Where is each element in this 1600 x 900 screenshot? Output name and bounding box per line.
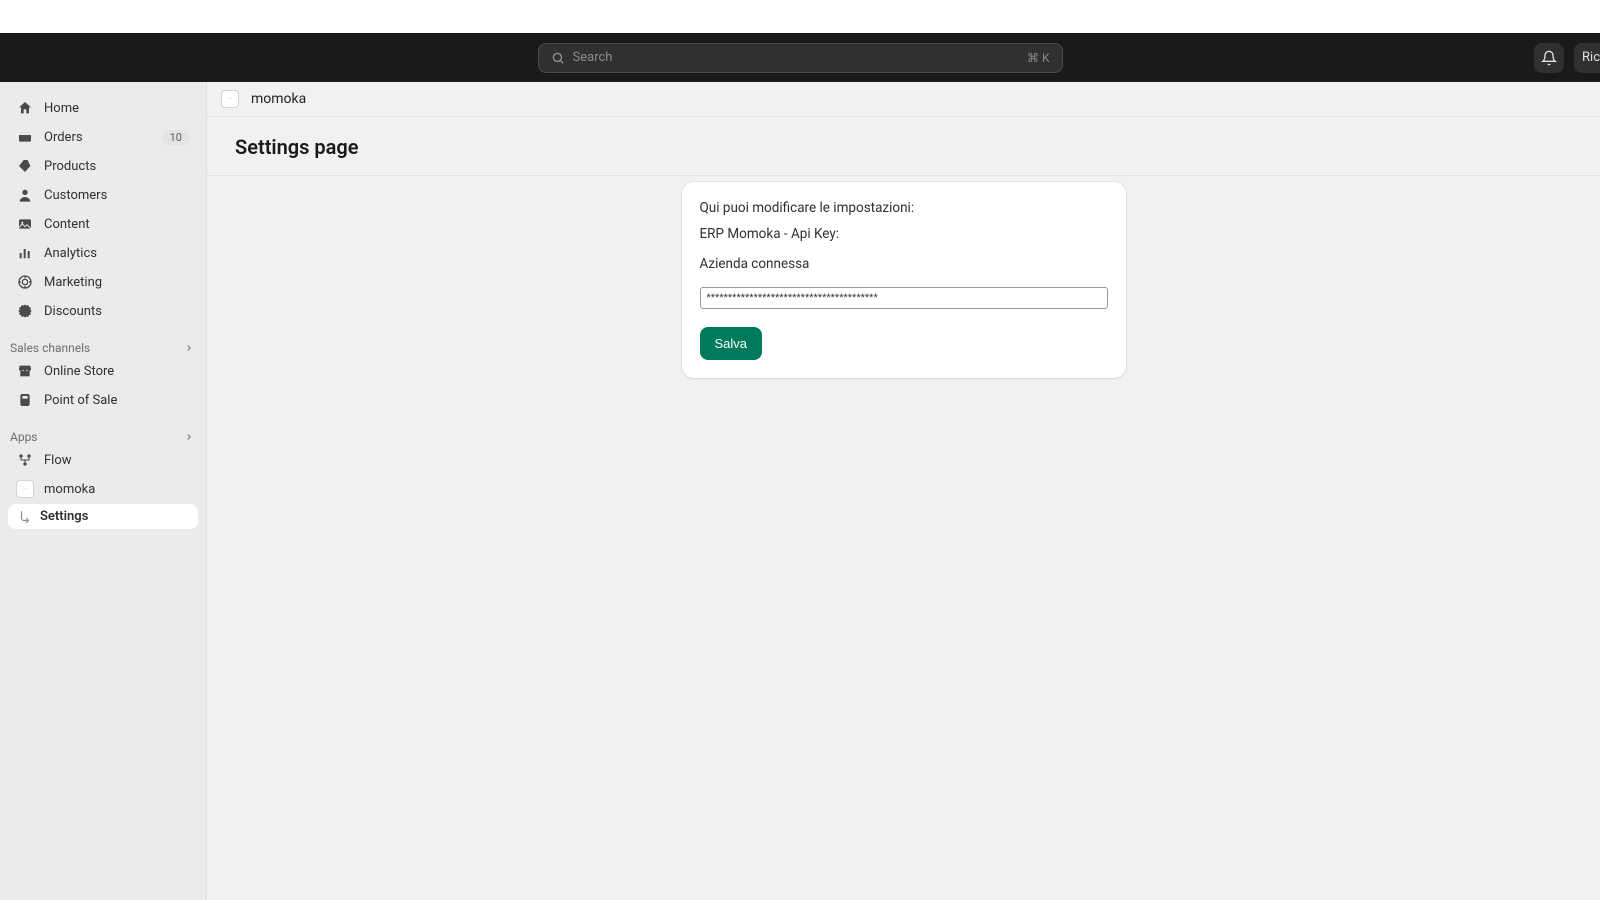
page-title: Settings page bbox=[235, 135, 1572, 159]
user-menu[interactable]: Ric bbox=[1574, 43, 1600, 73]
topbar: Search ⌘ K Ric bbox=[0, 33, 1600, 82]
section-label: Sales channels bbox=[10, 341, 184, 355]
analytics-icon bbox=[16, 244, 34, 262]
products-icon bbox=[16, 157, 34, 175]
store-icon bbox=[16, 362, 34, 380]
sidebar-section-apps[interactable]: Apps bbox=[8, 424, 198, 446]
page-body: Qui puoi modificare le impostazioni: ERP… bbox=[207, 175, 1600, 900]
customers-icon bbox=[16, 186, 34, 204]
sidebar-item-momoka[interactable]: ⋯ momoka bbox=[8, 475, 198, 503]
sidebar-item-customers[interactable]: Customers bbox=[8, 181, 198, 209]
sidebar-section-sales-channels[interactable]: Sales channels bbox=[8, 335, 198, 357]
sidebar-item-content[interactable]: Content bbox=[8, 210, 198, 238]
orders-badge: 10 bbox=[162, 130, 190, 145]
user-short: Ric bbox=[1582, 50, 1600, 65]
notifications-button[interactable] bbox=[1534, 43, 1564, 73]
sidebar-item-home[interactable]: Home bbox=[8, 94, 198, 122]
sidebar-item-label: Products bbox=[44, 159, 190, 174]
pos-icon bbox=[16, 391, 34, 409]
search-box[interactable]: Search ⌘ K bbox=[538, 43, 1063, 73]
sidebar-item-online-store[interactable]: Online Store bbox=[8, 357, 198, 385]
sidebar-item-label: Orders bbox=[44, 130, 162, 145]
flow-icon bbox=[16, 451, 34, 469]
sidebar-item-pos[interactable]: Point of Sale bbox=[8, 386, 198, 414]
section-label: Apps bbox=[10, 430, 184, 444]
save-button[interactable]: Salva bbox=[700, 327, 763, 360]
page-header: Settings page bbox=[207, 117, 1600, 175]
sidebar-item-orders[interactable]: Orders 10 bbox=[8, 123, 198, 151]
apikey-label-row: ERP Momoka - Api Key: bbox=[700, 226, 1108, 242]
sidebar-item-label: Point of Sale bbox=[44, 393, 190, 408]
sidebar-item-label: Marketing bbox=[44, 275, 190, 290]
bell-icon bbox=[1541, 50, 1557, 66]
marketing-icon bbox=[16, 273, 34, 291]
api-key-input[interactable] bbox=[700, 287, 1108, 309]
sidebar-item-label: Flow bbox=[44, 453, 190, 468]
sidebar-item-label: Settings bbox=[40, 509, 190, 524]
sidebar-item-label: Customers bbox=[44, 188, 190, 203]
content-icon bbox=[16, 215, 34, 233]
settings-intro: Qui puoi modificare le impostazioni: bbox=[700, 200, 1108, 216]
tree-connector-icon bbox=[18, 510, 32, 524]
sidebar-item-analytics[interactable]: Analytics bbox=[8, 239, 198, 267]
chevron-right-icon bbox=[184, 343, 194, 353]
sidebar-item-flow[interactable]: Flow bbox=[8, 446, 198, 474]
search-shortcut: ⌘ K bbox=[1027, 51, 1050, 65]
sidebar-item-settings[interactable]: Settings bbox=[8, 504, 198, 529]
app-icon: ⋯ bbox=[16, 480, 34, 498]
content-area: ⋯ momoka Settings page Qui puoi modifica… bbox=[206, 82, 1600, 900]
breadcrumb: ⋯ momoka bbox=[207, 82, 1600, 117]
home-icon bbox=[16, 99, 34, 117]
orders-icon bbox=[16, 128, 34, 146]
chevron-right-icon bbox=[184, 432, 194, 442]
sidebar-item-products[interactable]: Products bbox=[8, 152, 198, 180]
company-connected: Azienda connessa bbox=[700, 256, 1108, 272]
sidebar-item-marketing[interactable]: Marketing bbox=[8, 268, 198, 296]
sidebar-item-label: Discounts bbox=[44, 304, 190, 319]
app-icon: ⋯ bbox=[221, 90, 239, 108]
breadcrumb-app-name: momoka bbox=[251, 91, 306, 107]
sidebar-item-label: momoka bbox=[44, 482, 190, 497]
settings-card: Qui puoi modificare le impostazioni: ERP… bbox=[682, 182, 1126, 378]
sidebar-item-discounts[interactable]: Discounts bbox=[8, 297, 198, 325]
search-placeholder: Search bbox=[573, 50, 1027, 65]
search-icon bbox=[551, 51, 565, 65]
sidebar-item-label: Content bbox=[44, 217, 190, 232]
sidebar-item-label: Online Store bbox=[44, 364, 190, 379]
sidebar: Home Orders 10 Products Customers bbox=[0, 82, 206, 900]
sidebar-item-label: Home bbox=[44, 101, 190, 116]
discounts-icon bbox=[16, 302, 34, 320]
sidebar-item-label: Analytics bbox=[44, 246, 190, 261]
